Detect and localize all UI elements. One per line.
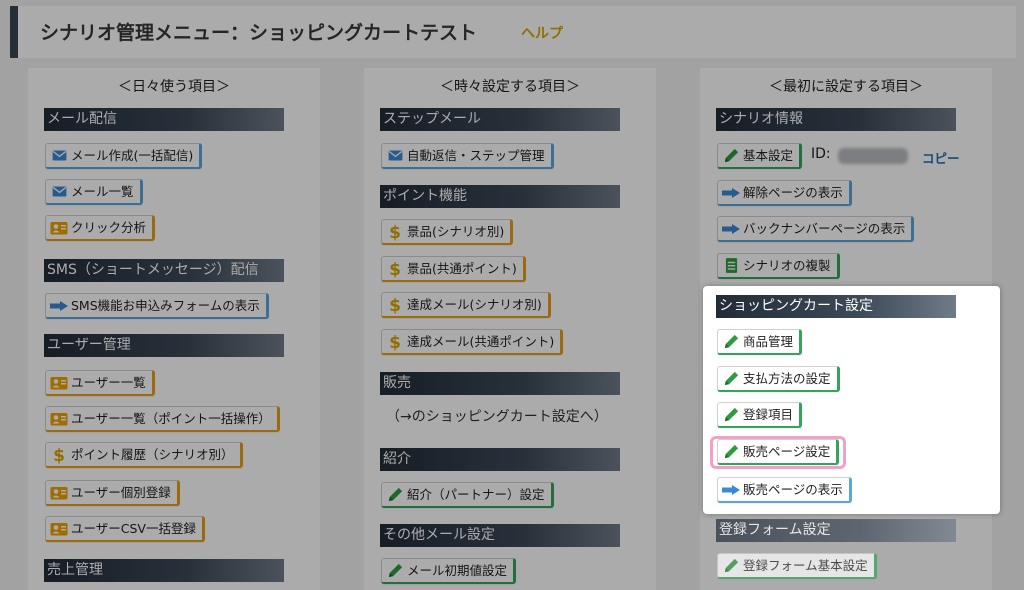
user-card-icon [50, 521, 68, 537]
envelope-icon [50, 148, 68, 164]
mail-create-button[interactable]: メール作成(一括配信) [45, 143, 203, 169]
section-user-management: ユーザー管理 [44, 334, 284, 357]
dollar-icon [386, 334, 404, 350]
sales-page-view-button[interactable]: 販売ページの表示 [717, 477, 852, 503]
pencil-icon [722, 444, 740, 460]
achievement-common-button[interactable]: 達成メール(共通ポイント) [381, 329, 564, 355]
user-list-button[interactable]: ユーザー一覧 [45, 370, 155, 396]
dollar-icon [50, 447, 68, 463]
section-other-mail: その他メール設定 [380, 524, 620, 547]
arrow-right-icon [722, 185, 740, 201]
basic-settings-button[interactable]: 基本設定 [717, 143, 803, 169]
dollar-icon [386, 224, 404, 240]
pencil-icon [722, 371, 740, 387]
sms-form-button[interactable]: SMS機能お申込みフォームの表示 [45, 293, 269, 319]
achievement-scenario-button[interactable]: 達成メール(シナリオ別) [381, 292, 551, 318]
user-card-icon [50, 411, 68, 427]
help-link[interactable]: ヘルプ [521, 23, 563, 43]
unsubscribe-page-button[interactable]: 解除ページの表示 [717, 180, 852, 206]
column-heading: ＜日々使う項目＞ [118, 79, 230, 95]
user-list-points-button[interactable]: ユーザー一覧（ポイント一括操作） [45, 406, 280, 432]
prize-scenario-button[interactable]: 景品(シナリオ別) [381, 219, 514, 245]
user-card-icon [50, 220, 68, 236]
arrow-right-icon [50, 298, 68, 314]
click-analysis-button[interactable]: クリック分析 [45, 215, 156, 241]
arrow-right-icon [722, 221, 740, 237]
pencil-icon [722, 334, 740, 350]
section-shopping-cart: ショッピングカート設定 [716, 295, 956, 318]
section-point-function: ポイント機能 [380, 185, 620, 208]
referral-partner-button[interactable]: 紹介（パートナー）設定 [381, 482, 554, 508]
pencil-icon [722, 148, 740, 164]
page-header: シナリオ管理メニュー：ショッピングカートテスト ヘルプ [10, 6, 1016, 58]
auto-reply-step-button[interactable]: 自動返信・ステップ管理 [381, 143, 554, 169]
user-csv-button[interactable]: ユーザーCSV一括登録 [45, 516, 205, 542]
pencil-icon [386, 563, 404, 579]
user-card-icon [50, 375, 68, 391]
scenario-id-value [838, 148, 908, 164]
page-title: シナリオ管理メニュー：ショッピングカートテスト [40, 22, 478, 44]
dollar-icon [386, 297, 404, 313]
mail-list-button[interactable]: メール一覧 [45, 179, 143, 205]
payment-method-button[interactable]: 支払方法の設定 [717, 366, 840, 392]
pencil-icon [386, 487, 404, 503]
point-history-button[interactable]: ポイント履歴（シナリオ別） [45, 442, 243, 468]
copy-id-link[interactable]: コピー [922, 148, 960, 167]
mail-initial-button[interactable]: メール初期値設定 [381, 558, 517, 584]
user-card-icon [50, 485, 68, 501]
column-heading: ＜時々設定する項目＞ [440, 79, 580, 95]
envelope-icon [50, 184, 68, 200]
product-management-button[interactable]: 商品管理 [717, 329, 803, 355]
form-basic-settings-button[interactable]: 登録フォーム基本設定 [717, 553, 877, 579]
column-heading: ＜最初に設定する項目＞ [769, 79, 923, 95]
registration-items-button[interactable]: 登録項目 [717, 402, 803, 428]
user-register-button[interactable]: ユーザー個別登録 [45, 480, 180, 506]
section-referral: 紹介 [380, 448, 620, 471]
pencil-icon [722, 558, 740, 574]
dollar-icon [386, 261, 404, 277]
document-copy-icon [722, 258, 740, 274]
scenario-id-label: ID: [811, 146, 831, 162]
section-sms: SMS（ショートメッセージ）配信 [44, 259, 284, 282]
pencil-icon [722, 407, 740, 423]
backnumber-page-button[interactable]: バックナンバーページの表示 [717, 216, 915, 242]
duplicate-scenario-button[interactable]: シナリオの複製 [717, 253, 840, 279]
section-sales: 販売 [380, 372, 620, 395]
section-mail-delivery: メール配信 [44, 108, 284, 131]
section-registration-form: 登録フォーム設定 [716, 519, 956, 542]
sales-page-settings-button[interactable]: 販売ページ設定 [717, 439, 840, 465]
envelope-icon [386, 148, 404, 164]
section-scenario-info: シナリオ情報 [716, 108, 956, 131]
sales-note: （→のショッピングカート設定へ） [386, 409, 608, 425]
section-sales-management: 売上管理 [44, 559, 284, 582]
section-step-mail: ステップメール [380, 108, 620, 131]
prize-common-button[interactable]: 景品(共通ポイント) [381, 256, 526, 282]
arrow-right-icon [722, 482, 740, 498]
